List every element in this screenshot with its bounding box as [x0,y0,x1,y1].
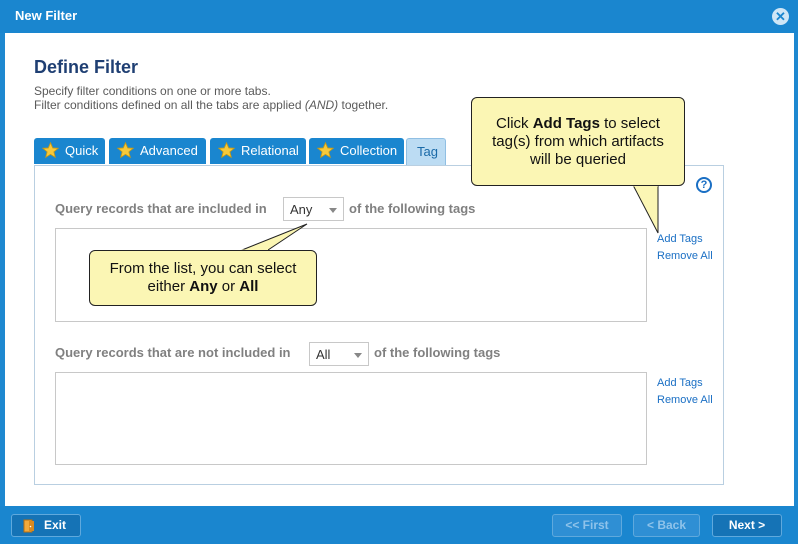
star-icon [42,142,59,159]
included-select-value: Any [290,202,313,217]
page-title: Define Filter [34,57,139,77]
star-icon [117,142,134,159]
included-label: Query records that are included in [55,201,267,216]
excluded-select-value: All [316,347,331,362]
exit-button[interactable]: Exit [11,514,81,537]
exit-door-icon [23,519,34,533]
excluded-label: Query records that are not included in [55,345,291,360]
window-title: New Filter [15,8,78,23]
excluded-select[interactable]: All [309,342,369,366]
help-icon[interactable]: ? [696,177,712,193]
select-callout-line-2: either Any or All [147,278,259,295]
tab-collection[interactable]: Collection [309,138,404,164]
tab-tag[interactable]: Tag [406,138,446,165]
tab-relational[interactable]: Relational [210,138,306,164]
add-tags-callout-line-2: tag(s) from which artifacts [492,133,664,150]
remove-all-link-excluded[interactable]: Remove All [657,394,713,406]
add-tags-callout: Click Add Tags to select tag(s) from whi… [471,97,685,186]
excluded-label-suffix: of the following tags [374,345,501,360]
excluded-tag-list[interactable] [55,372,647,465]
back-button[interactable]: < Back [633,514,700,537]
star-icon [317,142,334,159]
chevron-down-icon [354,353,362,358]
close-icon[interactable]: ✕ [772,8,789,25]
included-label-suffix: of the following tags [349,201,476,216]
remove-all-link-included[interactable]: Remove All [657,250,713,262]
add-tags-callout-line-1: Click Add Tags to select [496,115,660,132]
description-line-2: Filter conditions defined on all the tab… [34,98,389,112]
included-select[interactable]: Any [283,197,344,221]
add-tags-link-included[interactable]: Add Tags [657,233,703,245]
select-callout-line-1: From the list, you can select [109,260,297,277]
chevron-down-icon [329,208,337,213]
description-line-1: Specify filter conditions on one or more… [34,84,271,98]
next-button[interactable]: Next > [712,514,782,537]
title-bar: New Filter ✕ [0,0,798,33]
add-tags-callout-line-3: will be queried [530,151,626,168]
tab-advanced[interactable]: Advanced [109,138,206,164]
footer-bar: Exit << First < Back Next > [0,506,798,544]
page-description: Specify filter conditions on one or more… [34,84,388,112]
tab-quick[interactable]: Quick [34,138,105,164]
select-callout: From the list, you can select either Any… [89,250,317,306]
first-button[interactable]: << First [552,514,622,537]
add-tags-link-excluded[interactable]: Add Tags [657,377,703,389]
star-icon [218,142,235,159]
